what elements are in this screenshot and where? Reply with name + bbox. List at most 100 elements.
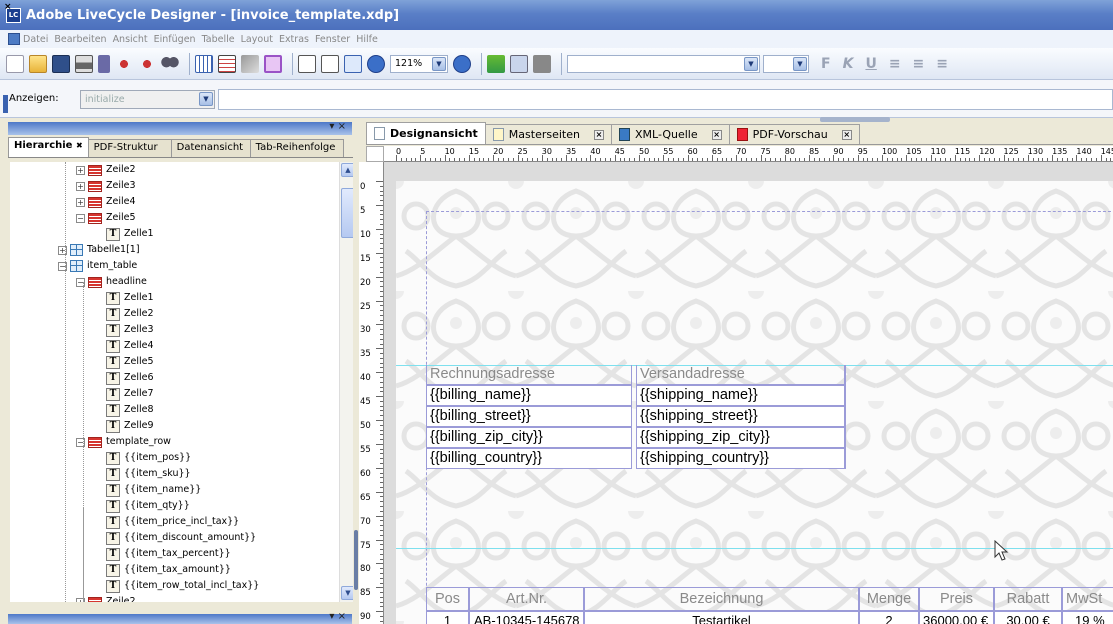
menu-insert[interactable]: Einfügen xyxy=(154,34,196,45)
col-header-tax[interactable]: MwSt xyxy=(1062,587,1113,611)
splitter-grip[interactable] xyxy=(354,530,358,590)
tree-node[interactable]: − Zeile5 xyxy=(76,210,136,226)
tree-node[interactable]: + Zeile2 xyxy=(76,162,136,178)
billing-header[interactable]: Rechnungsadresse xyxy=(426,365,632,385)
chevron-down-icon[interactable]: ▼ xyxy=(744,56,758,71)
cell-tax[interactable]: 19 % xyxy=(1062,611,1113,624)
tree-node[interactable]: T {{item_name}} xyxy=(94,482,201,498)
underline-icon[interactable]: U xyxy=(865,56,876,72)
drag-handle[interactable] xyxy=(3,95,8,113)
save-icon[interactable] xyxy=(52,54,70,73)
fit-height-icon[interactable] xyxy=(321,54,339,73)
shipping-country-field[interactable]: {{shipping_country}} xyxy=(636,448,845,469)
page-icon[interactable] xyxy=(298,54,316,73)
tab-tab-order[interactable]: Tab-Reihenfolge xyxy=(249,139,344,157)
panel-menu-icon[interactable]: ▾ × xyxy=(329,121,346,132)
preview-icon[interactable] xyxy=(487,54,505,73)
panel-grip[interactable] xyxy=(820,117,890,122)
col-header-sku[interactable]: Art.Nr. xyxy=(469,587,584,611)
tree-node[interactable]: T Zelle2 xyxy=(94,306,154,322)
menu-extras[interactable]: Extras xyxy=(279,34,309,45)
tab-pdf-preview[interactable]: PDF-Vorschau × xyxy=(728,124,860,144)
cell-pos[interactable]: 1 xyxy=(426,611,469,624)
billing-country-field[interactable]: {{billing_country}} xyxy=(426,448,632,469)
tab-design-view[interactable]: Designansicht xyxy=(366,122,486,144)
tree-node[interactable]: − headline xyxy=(76,274,147,290)
close-icon[interactable]: ✖ xyxy=(76,141,83,150)
undo-icon[interactable] xyxy=(115,54,133,73)
font-size-combo[interactable]: ▼ xyxy=(763,54,809,73)
col-header-qty[interactable]: Menge xyxy=(859,587,919,611)
menu-window[interactable]: Fenster xyxy=(315,34,350,45)
billing-name-field[interactable]: {{billing_name}} xyxy=(426,385,632,406)
grid-icon[interactable] xyxy=(195,54,213,73)
tree-node[interactable]: T {{item_tax_amount}} xyxy=(94,562,231,578)
panel-menu-icon[interactable]: ▾ × xyxy=(329,611,346,622)
menu-help[interactable]: Hilfe xyxy=(356,34,378,45)
tree-node[interactable]: T Zelle1 xyxy=(94,290,154,306)
cell-price[interactable]: 36000,00 € xyxy=(919,611,994,624)
tree-node[interactable]: T {{item_qty}} xyxy=(94,498,190,514)
col-header-discount[interactable]: Rabatt xyxy=(994,587,1062,611)
align-left-icon[interactable]: ≡ xyxy=(889,56,901,72)
menu-layout[interactable]: Layout xyxy=(241,34,273,45)
col-header-pos[interactable]: Pos xyxy=(426,587,469,611)
expand-icon[interactable]: + xyxy=(76,181,85,191)
close-icon[interactable]: × xyxy=(711,129,722,140)
expand-icon[interactable]: + xyxy=(76,197,85,207)
menu-edit[interactable]: Bearbeiten xyxy=(54,34,106,45)
tree-node[interactable]: + Zeile3 xyxy=(76,178,136,194)
billing-street-field[interactable]: {{billing_street}} xyxy=(426,406,632,427)
tree-node[interactable]: + Tabelle1[1] xyxy=(58,242,140,258)
tab-data-view[interactable]: Datenansicht xyxy=(170,139,251,157)
font-family-combo[interactable]: ▼ xyxy=(567,54,760,73)
col-header-price[interactable]: Preis xyxy=(919,587,994,611)
tree-node[interactable]: + Zeile2 xyxy=(76,594,136,602)
tree-node[interactable]: T Zelle1 xyxy=(94,226,154,242)
shipping-name-field[interactable]: {{shipping_name}} xyxy=(636,385,845,406)
find-icon[interactable] xyxy=(161,54,179,73)
tree-node[interactable]: − template_row xyxy=(76,434,171,450)
print-icon[interactable] xyxy=(75,54,93,73)
highlight-icon[interactable] xyxy=(264,54,282,73)
align-center-icon[interactable]: ≡ xyxy=(913,56,925,72)
chevron-down-icon[interactable]: ▼ xyxy=(793,56,807,71)
menu-view[interactable]: Ansicht xyxy=(113,34,148,45)
menu-file[interactable]: Datei xyxy=(23,34,48,45)
tree-node[interactable]: T Zelle4 xyxy=(94,338,154,354)
collapse-icon[interactable]: − xyxy=(76,213,85,223)
align-right-icon[interactable]: ≡ xyxy=(936,56,948,72)
tree-node[interactable]: T {{item_pos}} xyxy=(94,450,191,466)
close-icon[interactable]: × xyxy=(593,129,604,140)
tree-node[interactable]: T Zelle8 xyxy=(94,402,154,418)
spellcheck-icon[interactable] xyxy=(510,54,528,73)
cell-name[interactable]: Testartikel xyxy=(584,611,859,624)
cell-sku[interactable]: AB-10345-145678 xyxy=(469,611,584,624)
event-select[interactable]: initialize ▼ xyxy=(80,90,215,109)
tree-node[interactable]: T Zelle6 xyxy=(94,370,154,386)
menu-table[interactable]: Tabelle xyxy=(202,34,235,45)
open-folder-icon[interactable] xyxy=(29,54,47,73)
tree-node[interactable]: T {{item_row_total_incl_tax}} xyxy=(94,578,259,594)
tab-hierarchy[interactable]: Hierarchie ✖ xyxy=(8,137,89,157)
tree-node[interactable]: T Zelle7 xyxy=(94,386,154,402)
tree-node[interactable]: + Zeile4 xyxy=(76,194,136,210)
script-input[interactable] xyxy=(218,89,1113,110)
tools-icon[interactable] xyxy=(241,54,259,73)
stamp-icon[interactable] xyxy=(98,54,110,73)
document-icon[interactable] xyxy=(8,33,20,45)
cell-discount[interactable]: 30,00 € xyxy=(994,611,1062,624)
zoom-in-icon[interactable] xyxy=(453,54,471,73)
zoom-out-icon[interactable] xyxy=(367,54,385,73)
chevron-down-icon[interactable]: ▼ xyxy=(199,92,213,106)
chevron-down-icon[interactable]: ▼ xyxy=(432,56,446,71)
col-header-name[interactable]: Bezeichnung xyxy=(584,587,859,611)
tree-node[interactable]: T {{item_tax_percent}} xyxy=(94,546,231,562)
tab-xml-source[interactable]: XML-Quelle × xyxy=(610,124,730,144)
bold-icon[interactable]: F xyxy=(821,56,831,72)
color-icon[interactable] xyxy=(533,54,551,73)
fit-width-icon[interactable] xyxy=(344,54,362,73)
shipping-header[interactable]: Versandadresse xyxy=(636,365,845,385)
tree-node[interactable]: − item_table xyxy=(58,258,137,274)
tree-node[interactable]: T {{item_sku}} xyxy=(94,466,191,482)
